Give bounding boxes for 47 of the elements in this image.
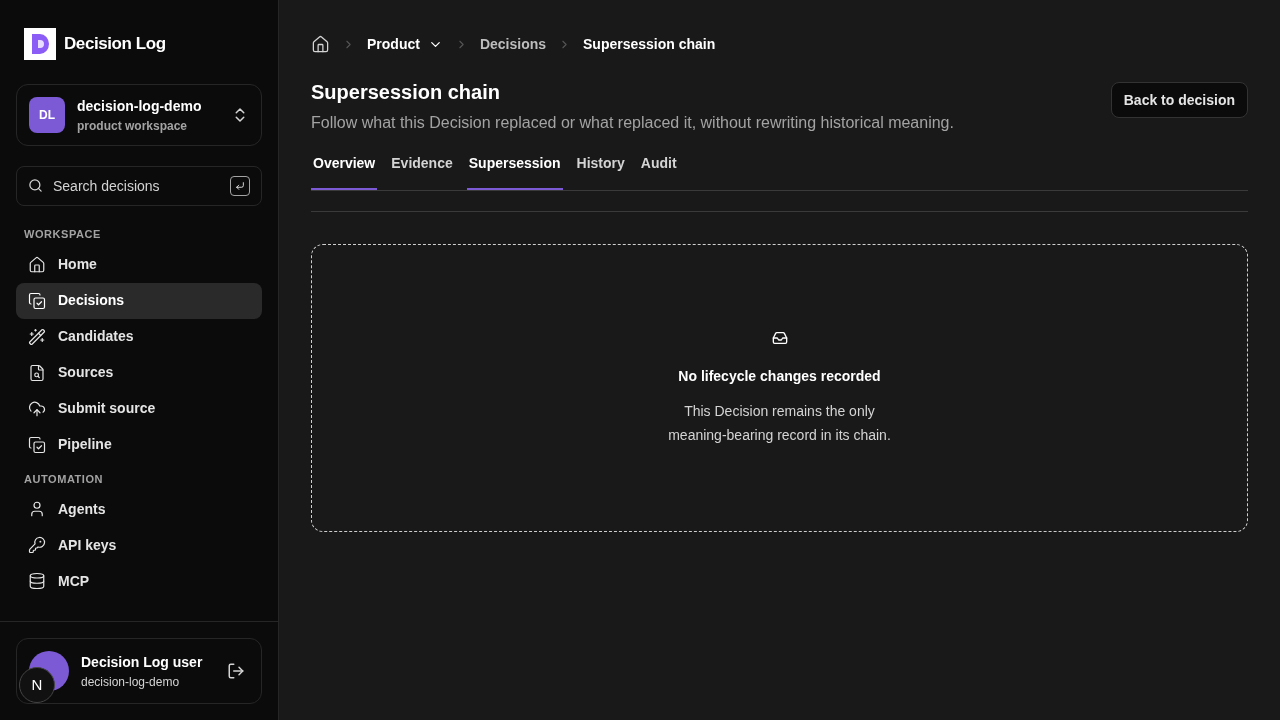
logo-icon <box>24 28 56 60</box>
cloud-upload-icon <box>28 399 46 418</box>
tab[interactable]: Overview <box>311 153 378 190</box>
home-icon[interactable] <box>311 35 330 54</box>
user-workspace: decision-log-demo <box>81 673 181 691</box>
back-button[interactable]: Back to decision <box>1110 82 1248 118</box>
nav-item[interactable]: API keys <box>16 527 262 563</box>
key-icon <box>28 536 46 554</box>
breadcrumb-link[interactable]: Decisions <box>479 34 547 55</box>
app-name: Decision Log <box>64 33 166 56</box>
file-search-icon <box>28 363 46 382</box>
workspace-subtitle: product workspace <box>77 117 189 135</box>
search-field[interactable]: Search decisions <box>16 166 262 206</box>
tab[interactable]: Evidence <box>389 153 455 190</box>
page-subtitle: Follow what this Decision replaced or what replaced it, without rewriting historical meaning. <box>311 113 954 133</box>
house-icon <box>28 255 46 274</box>
tab[interactable]: Supersession <box>466 153 563 190</box>
nav-item[interactable]: Submit source <box>16 390 262 427</box>
workspace-switcher[interactable]: DL decision-log-demo product workspace <box>16 84 262 146</box>
database-icon <box>28 572 46 590</box>
inbox-icon <box>771 329 788 346</box>
search-icon <box>28 178 43 193</box>
enter-key-icon <box>230 176 250 196</box>
nav-section-heading: AUTOMATION <box>23 471 105 487</box>
nav-item[interactable]: Decisions <box>16 282 262 319</box>
tab[interactable]: Audit <box>638 153 679 190</box>
nav-item[interactable]: Agents <box>16 491 262 527</box>
workspace-avatar: DL <box>29 97 65 133</box>
dev-tools-badge[interactable]: N <box>19 667 55 703</box>
copy-check-icon <box>28 291 46 310</box>
user-name: Decision Log user <box>81 652 204 672</box>
nav-item[interactable]: Sources <box>16 354 262 391</box>
tab[interactable]: History <box>574 153 627 190</box>
empty-state-title: No lifecycle changes recorded <box>678 366 881 386</box>
nav-item[interactable]: Home <box>16 246 262 283</box>
breadcrumb-link[interactable]: Supersession chain <box>583 34 716 55</box>
empty-state-message: This Decision remains the only meaning-bearing record in its chain. <box>668 401 891 445</box>
magic-wand-icon <box>28 327 46 346</box>
user-icon <box>28 500 46 518</box>
page-title: Supersession chain <box>311 80 501 105</box>
copy-check-icon <box>28 435 46 454</box>
nav-item[interactable]: MCP <box>16 563 262 599</box>
breadcrumb-link[interactable]: Product <box>367 34 443 55</box>
nav-section-heading: WORKSPACE <box>23 227 102 242</box>
workspace-name: decision-log-demo <box>77 96 203 116</box>
nav-item[interactable]: Pipeline <box>16 426 262 463</box>
nav-item[interactable]: Candidates <box>16 318 262 355</box>
